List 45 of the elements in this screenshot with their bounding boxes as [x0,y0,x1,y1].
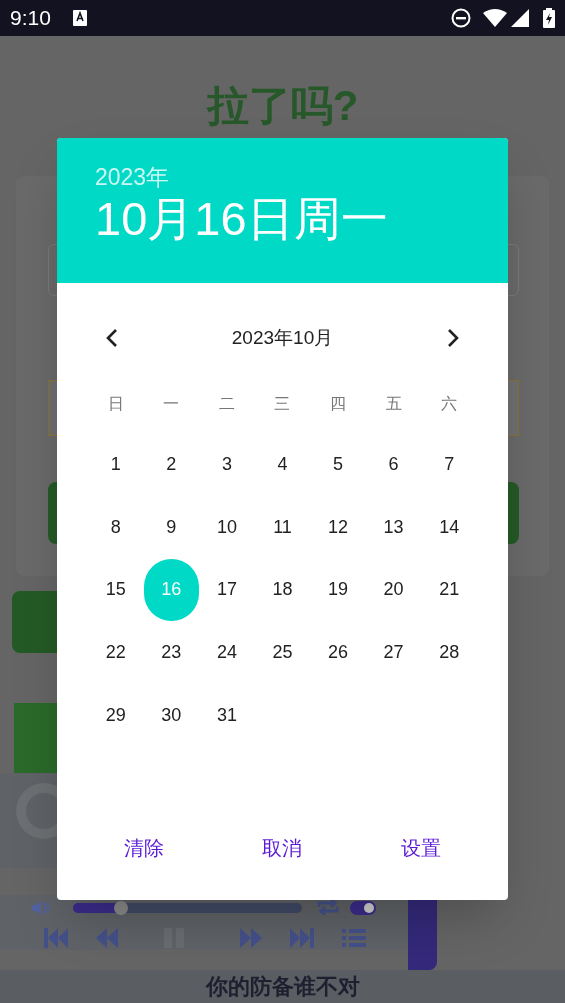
day-cell[interactable]: 30 [149,693,194,738]
day-cell[interactable]: 8 [93,505,138,550]
day-cell[interactable]: 29 [93,693,138,738]
day-cell[interactable]: 14 [427,505,472,550]
day-cell[interactable]: 2 [149,442,194,487]
day-cell[interactable]: 1 [93,442,138,487]
weekday-label: 日 [107,394,124,414]
day-cell[interactable]: 20 [371,567,416,612]
day-cell[interactable]: 22 [93,630,138,675]
day-cell[interactable]: 5 [316,442,361,487]
day-cell[interactable]: 4 [260,442,305,487]
clock-time: 9:10 [10,5,51,32]
day-cell[interactable]: 6 [371,442,416,487]
day-cell[interactable]: 24 [204,630,249,675]
day-cell[interactable]: 27 [371,630,416,675]
day-cell[interactable]: 12 [316,505,361,550]
day-cell[interactable]: 13 [371,505,416,550]
day-cell[interactable]: 9 [149,505,194,550]
day-cell[interactable]: 17 [204,567,249,612]
day-cell[interactable]: 21 [427,567,472,612]
lyric-text: 你的防备谁不对 [205,973,360,1001]
day-cell[interactable]: 10 [204,505,249,550]
day-cell[interactable]: 19 [316,567,361,612]
dialog-button[interactable]: 设置 [390,827,451,869]
day-cell[interactable]: 25 [260,630,305,675]
day-cell[interactable]: 7 [427,442,472,487]
selected-date-text: 10月16日周一 [95,191,388,247]
month-title: 2023年10月 [231,325,334,350]
weekday-label: 六 [441,394,458,414]
dialog-button[interactable]: 清除 [114,827,175,869]
day-cell[interactable]: 11 [260,505,305,550]
day-cell[interactable]: 26 [316,630,361,675]
day-cell[interactable]: 28 [427,630,472,675]
weekday-label: 三 [274,394,291,414]
app-title: 拉了吗? [206,80,359,131]
day-cell[interactable]: 18 [260,567,305,612]
dialog-button[interactable]: 取消 [252,827,313,869]
day-cell[interactable]: 15 [93,567,138,612]
day-cell[interactable]: 23 [149,630,194,675]
weekday-label: 一 [163,394,180,414]
day-cell[interactable]: 3 [204,442,249,487]
weekday-label: 二 [218,394,235,414]
day-cell[interactable]: 31 [204,693,249,738]
weekday-label: 四 [330,394,347,414]
weekday-label: 五 [385,394,402,414]
